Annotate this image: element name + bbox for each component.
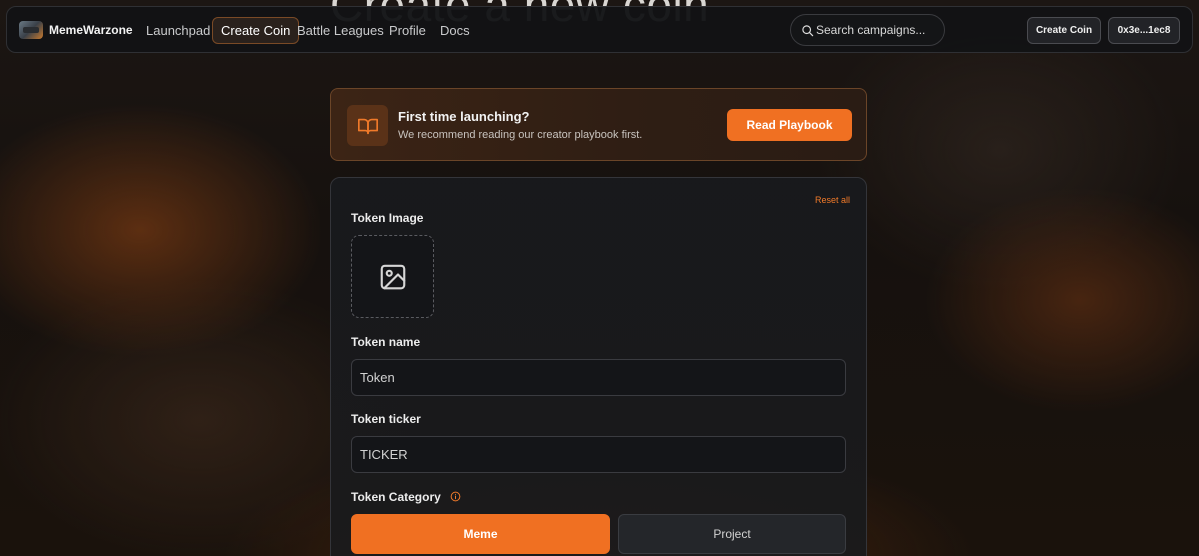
book-open-icon xyxy=(347,105,388,146)
brand-name: MemeWarzone xyxy=(49,23,133,37)
token-ticker-input[interactable] xyxy=(351,436,846,473)
image-icon xyxy=(378,262,408,292)
wallet-button[interactable]: 0x3e...1ec8 xyxy=(1108,17,1180,44)
playbook-banner: First time launching? We recommend readi… xyxy=(330,88,867,161)
info-icon[interactable] xyxy=(450,491,461,505)
token-image-upload[interactable] xyxy=(351,235,434,318)
read-playbook-button[interactable]: Read Playbook xyxy=(727,109,852,141)
token-category-label: Token Category xyxy=(351,490,441,504)
nav-link-battle-leagues[interactable]: Battle Leagues xyxy=(289,17,392,44)
token-ticker-label: Token ticker xyxy=(351,412,421,426)
banner-title: First time launching? xyxy=(398,109,530,124)
token-name-input[interactable] xyxy=(351,359,846,396)
brand-logo xyxy=(19,21,43,39)
reset-all-link[interactable]: Reset all xyxy=(815,195,850,205)
brand[interactable]: MemeWarzone xyxy=(19,19,133,41)
search-box[interactable] xyxy=(790,14,945,46)
category-project-button[interactable]: Project xyxy=(618,514,846,554)
nav-link-create-coin[interactable]: Create Coin xyxy=(212,17,300,44)
token-name-label: Token name xyxy=(351,335,421,349)
token-category-label-row: Token Category xyxy=(351,490,461,505)
search-icon xyxy=(801,24,814,37)
search-input[interactable] xyxy=(816,23,934,37)
nav-link-profile[interactable]: Profile xyxy=(381,17,434,44)
top-navbar: MemeWarzone Launchpad Create Coin Battle… xyxy=(6,6,1193,53)
banner-text: We recommend reading our creator playboo… xyxy=(398,129,643,141)
nav-link-launchpad[interactable]: Launchpad xyxy=(138,17,218,44)
create-coin-form: Reset all Token Image Token name Token t… xyxy=(330,177,867,556)
token-image-label: Token Image xyxy=(351,211,424,225)
create-coin-button[interactable]: Create Coin xyxy=(1027,17,1101,44)
category-meme-button[interactable]: Meme xyxy=(351,514,610,554)
nav-link-docs[interactable]: Docs xyxy=(432,17,478,44)
